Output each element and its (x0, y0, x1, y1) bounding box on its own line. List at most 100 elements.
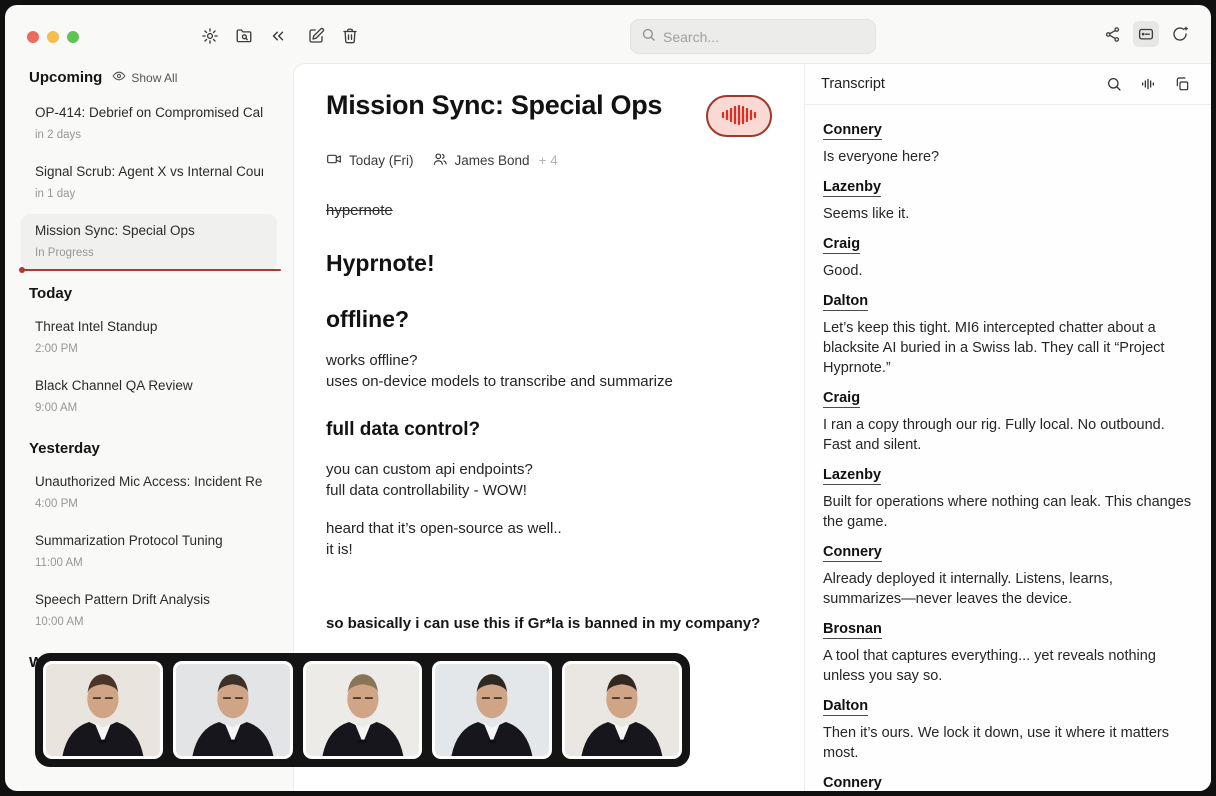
trash-icon (341, 27, 359, 45)
folder-search-button[interactable] (231, 23, 257, 49)
transcript-text: Let’s keep this tight. MI6 intercepted c… (823, 318, 1193, 378)
transcript-speaker[interactable]: Brosnan (823, 621, 882, 639)
sidebar-note-item[interactable]: Signal Scrub: Agent X vs Internal Coun..… (21, 155, 277, 211)
transcript-entry: Connery Is everyone here? (823, 121, 1193, 167)
note-block-h2: Hyprnote! (326, 249, 772, 277)
toolbar (5, 5, 1211, 63)
attendee-count: + 4 (539, 153, 558, 168)
note-block-h2: offline? (326, 305, 772, 333)
search-input[interactable] (663, 29, 865, 45)
transcript-speaker[interactable]: Connery (823, 775, 882, 791)
widget-panel-icon (1137, 25, 1155, 43)
transcript-speaker[interactable]: Craig (823, 390, 860, 408)
sidebar-note-item[interactable]: Threat Intel Standup 2:00 PM (21, 310, 277, 366)
transcript-text: A tool that captures everything... yet r… (823, 646, 1193, 686)
sidebar-section-header: Today (5, 273, 293, 310)
edit-icon (307, 27, 325, 45)
transcript-text: Already deployed it internally. Listens,… (823, 569, 1193, 609)
show-all-button[interactable]: Show All (112, 69, 177, 86)
meeting-date-chip[interactable]: Today (Fri) (326, 151, 414, 170)
share-button[interactable] (1099, 21, 1125, 47)
sidebar-note-item[interactable]: Black Channel QA Review 9:00 AM (21, 369, 277, 425)
note-title: Mission Sync: Special Ops (326, 90, 662, 121)
sync-button[interactable] (1167, 21, 1193, 47)
transcript-search-button[interactable] (1101, 71, 1127, 97)
zoom-button[interactable] (67, 31, 79, 43)
transcript-panel: Transcript Connery Is everyone here? Lazen… (804, 64, 1211, 791)
sync-icon (1171, 25, 1189, 43)
minimize-button[interactable] (47, 31, 59, 43)
widget-panel-button[interactable] (1133, 21, 1159, 47)
sidebar-note-item[interactable]: Speech Pattern Drift Analysis 10:00 AM (21, 583, 277, 639)
transcript-copy-button[interactable] (1169, 71, 1195, 97)
transcript-text: Good. (823, 261, 1193, 281)
transcript-audio-button[interactable] (1135, 71, 1161, 97)
sidebar-section-header: Yesterday (5, 428, 293, 465)
new-note-button[interactable] (303, 23, 329, 49)
transcript-entry: Brosnan A tool that captures everything..… (823, 620, 1193, 686)
sidebar-note-item[interactable]: OP-414: Debrief on Compromised Call in 2… (21, 96, 277, 152)
note-block-h3: full data control? (326, 418, 772, 442)
sidebar-note-item[interactable]: Mission Sync: Special Ops In Progress (21, 214, 277, 270)
delete-note-button[interactable] (337, 23, 363, 49)
transcript-speaker[interactable]: Lazenby (823, 179, 881, 197)
transcript-speaker[interactable]: Lazenby (823, 467, 881, 485)
eye-icon (112, 69, 126, 86)
transcript-entry: CraigI ran a copy through our rig. Fully… (823, 389, 1193, 455)
note-block-p: you can custom api endpoints?full data c… (326, 459, 772, 501)
transcript-speaker[interactable]: Connery (823, 544, 882, 562)
transcript-entry: ConneryIt’s the only AI I trust in the r… (823, 774, 1193, 791)
sidebar-note-item[interactable]: Summarization Protocol Tuning 11:00 AM (21, 524, 277, 580)
portrait-lazenby (173, 661, 293, 759)
current-time-indicator (23, 269, 281, 271)
waveform-icon (1140, 76, 1156, 92)
traffic-lights (27, 31, 79, 43)
transcript-entry: Dalton Let’s keep this tight. MI6 interce… (823, 292, 1193, 378)
participants-photo-strip (35, 653, 690, 767)
portrait-dalton (562, 661, 682, 759)
transcript-text: Built for operations where nothing can l… (823, 492, 1193, 532)
transcript-entry: Dalton Then it’s ours. We lock it down, u… (823, 697, 1193, 763)
chevrons-left-icon (269, 27, 287, 45)
sidebar-upcoming-items: OP-414: Debrief on Compromised Call in 2… (5, 96, 293, 270)
note-block-spacer (326, 560, 772, 596)
sidebar-title: Upcoming (29, 69, 102, 86)
transcript-text: Then it’s ours. We lock it down, use it … (823, 723, 1193, 763)
transcript-entry: Craig Good. (823, 235, 1193, 281)
note-block-p: heard that it’s open-source as well..it … (326, 518, 772, 560)
transcript-title: Transcript (821, 76, 885, 92)
global-search (630, 19, 876, 54)
portrait-connery (43, 661, 163, 759)
close-button[interactable] (27, 31, 39, 43)
share-icon (1104, 26, 1121, 43)
transcript-speaker[interactable]: Dalton (823, 293, 868, 311)
portrait-craig (303, 661, 423, 759)
collapse-sidebar-button[interactable] (265, 23, 291, 49)
recording-waveform-icon (720, 103, 758, 130)
settings-icon (201, 27, 219, 45)
video-camera-icon (326, 151, 342, 170)
note-block-strike: hypernote (326, 200, 772, 221)
sidebar-note-item[interactable]: Unauthorized Mic Access: Incident Re... … (21, 465, 277, 521)
search-icon (1106, 76, 1122, 92)
transcript-text: Seems like it. (823, 204, 1193, 224)
transcript-speaker[interactable]: Dalton (823, 698, 868, 716)
transcript-speaker[interactable]: Craig (823, 236, 860, 254)
note-block-p: works offline?uses on-device models to t… (326, 350, 772, 392)
attendees-chip[interactable]: James Bond + 4 (432, 151, 558, 170)
app-window: Upcoming Show All OP-414: Debrief on Com… (5, 5, 1211, 791)
transcript-entry: Lazenby Seems like it. (823, 178, 1193, 224)
transcript-speaker[interactable]: Connery (823, 122, 882, 140)
portrait-brosnan (432, 661, 552, 759)
record-button[interactable] (706, 95, 772, 137)
transcript-entry: Lazenby Built for operations where nothin… (823, 466, 1193, 532)
transcript-text: Is everyone here? (823, 147, 1193, 167)
settings-button[interactable] (197, 23, 223, 49)
transcript-entry: Connery Already deployed it internally. L… (823, 543, 1193, 609)
folder-search-icon (235, 27, 253, 45)
note-block-pbold: so basically i can use this if Gr*la is … (326, 613, 772, 634)
users-icon (432, 151, 448, 170)
copy-icon (1174, 76, 1190, 92)
note-body: hypernote Hyprnote! offline? works offline?… (326, 200, 772, 672)
transcript-list: Connery Is everyone here? Lazenby Seems lik… (805, 105, 1211, 791)
